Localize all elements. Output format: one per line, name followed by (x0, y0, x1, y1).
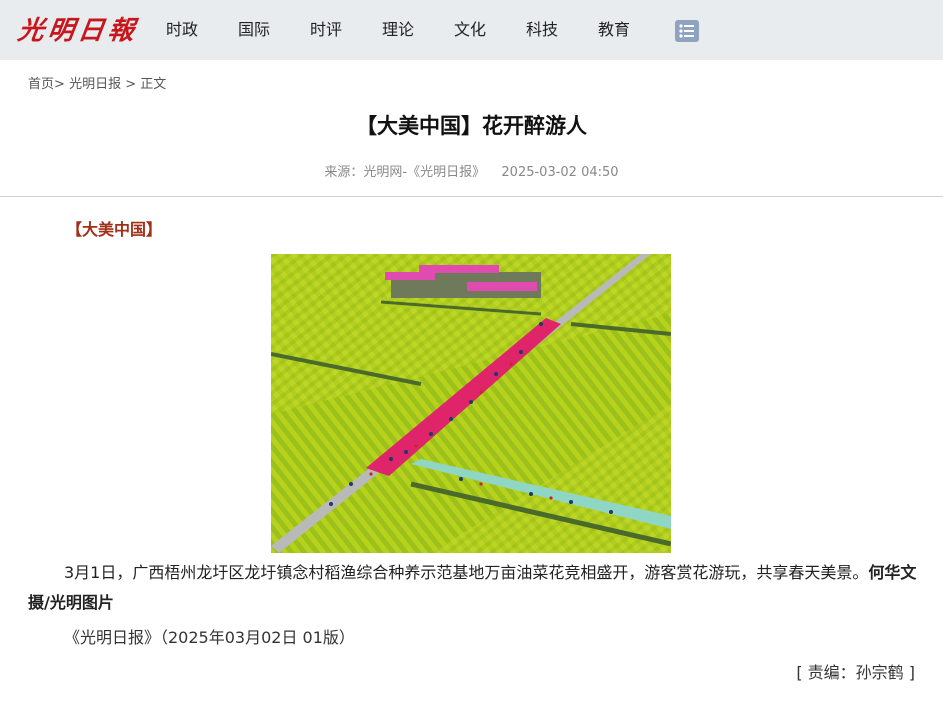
nav-item-politics[interactable]: 时政 (166, 19, 198, 41)
guangming-daily-logo[interactable]: 光明日報 (16, 14, 141, 48)
breadcrumb-home-link[interactable]: 首页 (28, 77, 54, 92)
article-meta: 来源：光明网-《光明日报》 2025-03-02 04:50 (0, 164, 943, 182)
nav-item-international[interactable]: 国际 (238, 19, 270, 41)
nav-item-education[interactable]: 教育 (598, 19, 630, 41)
article-photo-rapeseed-field (271, 254, 671, 553)
nav-item-theory[interactable]: 理论 (382, 19, 414, 41)
column-tag: 【大美中国】 (66, 220, 163, 239)
list-menu-icon[interactable] (675, 20, 699, 42)
breadcrumb-separator: > (125, 77, 137, 92)
nav-item-technology[interactable]: 科技 (526, 19, 558, 41)
editor-credit: [ 责编：孙宗鹤 ] (796, 663, 915, 682)
nav-item-commentary[interactable]: 时评 (310, 19, 342, 41)
nav-item-culture[interactable]: 文化 (454, 19, 486, 41)
article-datetime: 2025-03-02 04:50 (501, 165, 619, 180)
header-divider (0, 196, 943, 197)
photo-caption: 3月1日，广西梧州龙圩区龙圩镇念村稻渔综合种养示范基地万亩油菜花竞相盛开，游客赏… (64, 563, 869, 582)
breadcrumb-separator: > (54, 77, 65, 92)
breadcrumb-section-link[interactable]: 光明日报 (69, 77, 121, 92)
top-navigation-bar: 光明日報 时政 国际 时评 理论 文化 科技 教育 (0, 0, 943, 60)
article-title: 【大美中国】花开醉游人 (356, 114, 587, 138)
publication-info: 《光明日报》（2025年03月02日 01版） (64, 628, 355, 647)
article-body-paragraph: 3月1日，广西梧州龙圩区龙圩镇念村稻渔综合种养示范基地万亩油菜花竞相盛开，游客赏… (28, 558, 918, 618)
breadcrumb-current: 正文 (140, 77, 167, 92)
article-source: 来源：光明网-《光明日报》 (324, 165, 486, 180)
breadcrumb: 首页> 光明日报 > 正文 (28, 76, 166, 94)
